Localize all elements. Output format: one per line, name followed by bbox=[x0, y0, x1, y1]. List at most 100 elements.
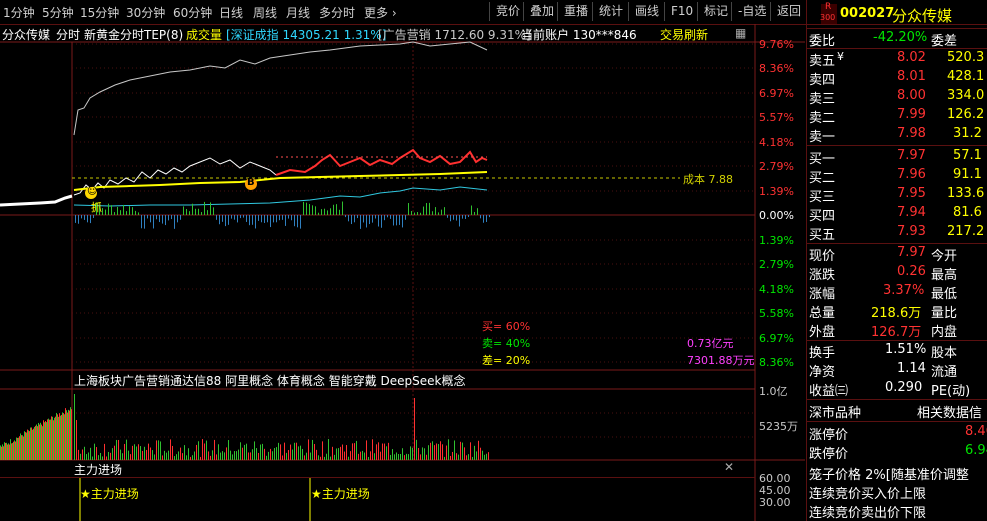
macd-bar bbox=[156, 215, 157, 220]
volume-bar bbox=[164, 450, 165, 460]
ask-price[interactable]: 8.02 bbox=[897, 50, 926, 65]
volume-bar bbox=[59, 413, 60, 460]
volume-bar bbox=[262, 443, 263, 460]
macd-bar bbox=[258, 215, 259, 221]
volume-bar bbox=[202, 439, 203, 460]
stat-label: 收益㈢ bbox=[809, 384, 849, 399]
macd-bar bbox=[327, 210, 328, 215]
volume-bar bbox=[344, 451, 345, 460]
volume-bar bbox=[360, 451, 361, 460]
ask-price[interactable]: 7.99 bbox=[897, 107, 926, 122]
volume-bar bbox=[456, 453, 457, 460]
volume-bar bbox=[266, 455, 267, 460]
macd-bar bbox=[123, 204, 124, 215]
volume-bar bbox=[60, 415, 61, 460]
volume-bar bbox=[208, 451, 209, 460]
volume-bar bbox=[406, 453, 407, 460]
volume-bar bbox=[58, 416, 59, 460]
macd-bar bbox=[159, 215, 160, 223]
volume-bar bbox=[36, 424, 37, 460]
macd-bar bbox=[228, 215, 229, 225]
volume-bar bbox=[414, 398, 415, 460]
ask-price[interactable]: 8.01 bbox=[897, 69, 926, 84]
ask-price[interactable]: 7.98 bbox=[897, 126, 926, 141]
macd-bar bbox=[240, 215, 241, 219]
bid-price[interactable]: 7.93 bbox=[897, 224, 926, 239]
volume-bar bbox=[53, 420, 54, 460]
volume-bar bbox=[322, 441, 323, 460]
volume-bar bbox=[424, 448, 425, 460]
macd-bar bbox=[480, 215, 481, 219]
macd-bar bbox=[174, 215, 175, 229]
volume-bar bbox=[66, 410, 67, 460]
volume-bar bbox=[386, 446, 387, 460]
macd-bar bbox=[348, 215, 349, 222]
wei-bi-value: -42.20% bbox=[873, 30, 928, 45]
volume-bar bbox=[29, 431, 30, 460]
volume-bar bbox=[462, 442, 463, 460]
volume-bar bbox=[114, 445, 115, 460]
volume-bar bbox=[256, 448, 257, 460]
close-icon[interactable]: ✕ bbox=[724, 460, 734, 474]
bid-price[interactable]: 7.97 bbox=[897, 148, 926, 163]
volume-bar bbox=[16, 437, 17, 460]
volume-bar bbox=[5, 442, 6, 460]
volume-bar bbox=[300, 445, 301, 460]
bid-price[interactable]: 7.94 bbox=[897, 205, 926, 220]
macd-bar bbox=[375, 215, 376, 219]
bid-label: 买五 bbox=[809, 228, 836, 243]
volume-bar bbox=[21, 435, 22, 460]
macd-bar bbox=[351, 215, 352, 225]
bid-price[interactable]: 7.96 bbox=[897, 167, 926, 182]
volume-bar bbox=[444, 456, 445, 460]
volume-bar bbox=[318, 455, 319, 460]
main-force-header: 主力进场 ✕ bbox=[0, 460, 755, 478]
macd-bar bbox=[204, 201, 205, 215]
volume-bar bbox=[42, 426, 43, 460]
bid-vol: 81.6 bbox=[953, 205, 982, 220]
stat-label: 净资 bbox=[809, 365, 836, 380]
macd-bar bbox=[390, 215, 391, 219]
y-label: 4.18% bbox=[759, 283, 794, 296]
amount-yi: 0.73亿元 bbox=[687, 337, 734, 350]
related-tab[interactable]: 相关数据信 bbox=[917, 402, 982, 421]
volume-bar bbox=[348, 456, 349, 460]
volume-bar bbox=[216, 454, 217, 460]
cage-price: 笼子价格 2%[随基准价调整 bbox=[809, 468, 969, 483]
volume-bar bbox=[294, 442, 295, 460]
macd-bar bbox=[189, 211, 190, 215]
macd-bar bbox=[213, 207, 214, 215]
concept-tags[interactable]: 上海板块广告营销通达信88 阿里概念 体育概念 智能穿戴 DeepSeek概念 bbox=[74, 372, 466, 389]
macd-bar bbox=[420, 212, 421, 215]
volume-bar bbox=[378, 442, 379, 460]
stat-label: 外盘 bbox=[809, 325, 836, 340]
volume-bar bbox=[368, 456, 369, 460]
macd-bar bbox=[378, 215, 379, 227]
macd-bar bbox=[234, 215, 235, 220]
bid-vol: 57.1 bbox=[953, 148, 982, 163]
volume-bar bbox=[6, 442, 7, 460]
volume-bar bbox=[110, 452, 111, 460]
y-label: 5.57% bbox=[759, 111, 794, 124]
volume-bar bbox=[11, 443, 12, 460]
macd-bar bbox=[198, 208, 199, 215]
volume-bar bbox=[332, 446, 333, 460]
volume-bar bbox=[64, 414, 65, 460]
volume-bar bbox=[292, 449, 293, 460]
volume-bar bbox=[172, 445, 173, 460]
bid-price[interactable]: 7.95 bbox=[897, 186, 926, 201]
market-tab[interactable]: 深市品种 bbox=[809, 402, 861, 421]
volume-bar bbox=[69, 410, 70, 460]
volume-bar bbox=[192, 455, 193, 460]
ask-price[interactable]: 8.00 bbox=[897, 88, 926, 103]
macd-bar bbox=[246, 215, 247, 222]
y-label: 1.39% bbox=[759, 185, 794, 198]
volume-bar bbox=[74, 394, 75, 460]
macd-bar bbox=[483, 215, 484, 223]
macd-bar bbox=[372, 215, 373, 223]
volume-bar bbox=[146, 449, 147, 460]
macd-bar bbox=[456, 215, 457, 221]
macd-bar bbox=[102, 208, 103, 215]
volume-bar bbox=[40, 422, 41, 460]
volume-bar bbox=[37, 426, 38, 460]
